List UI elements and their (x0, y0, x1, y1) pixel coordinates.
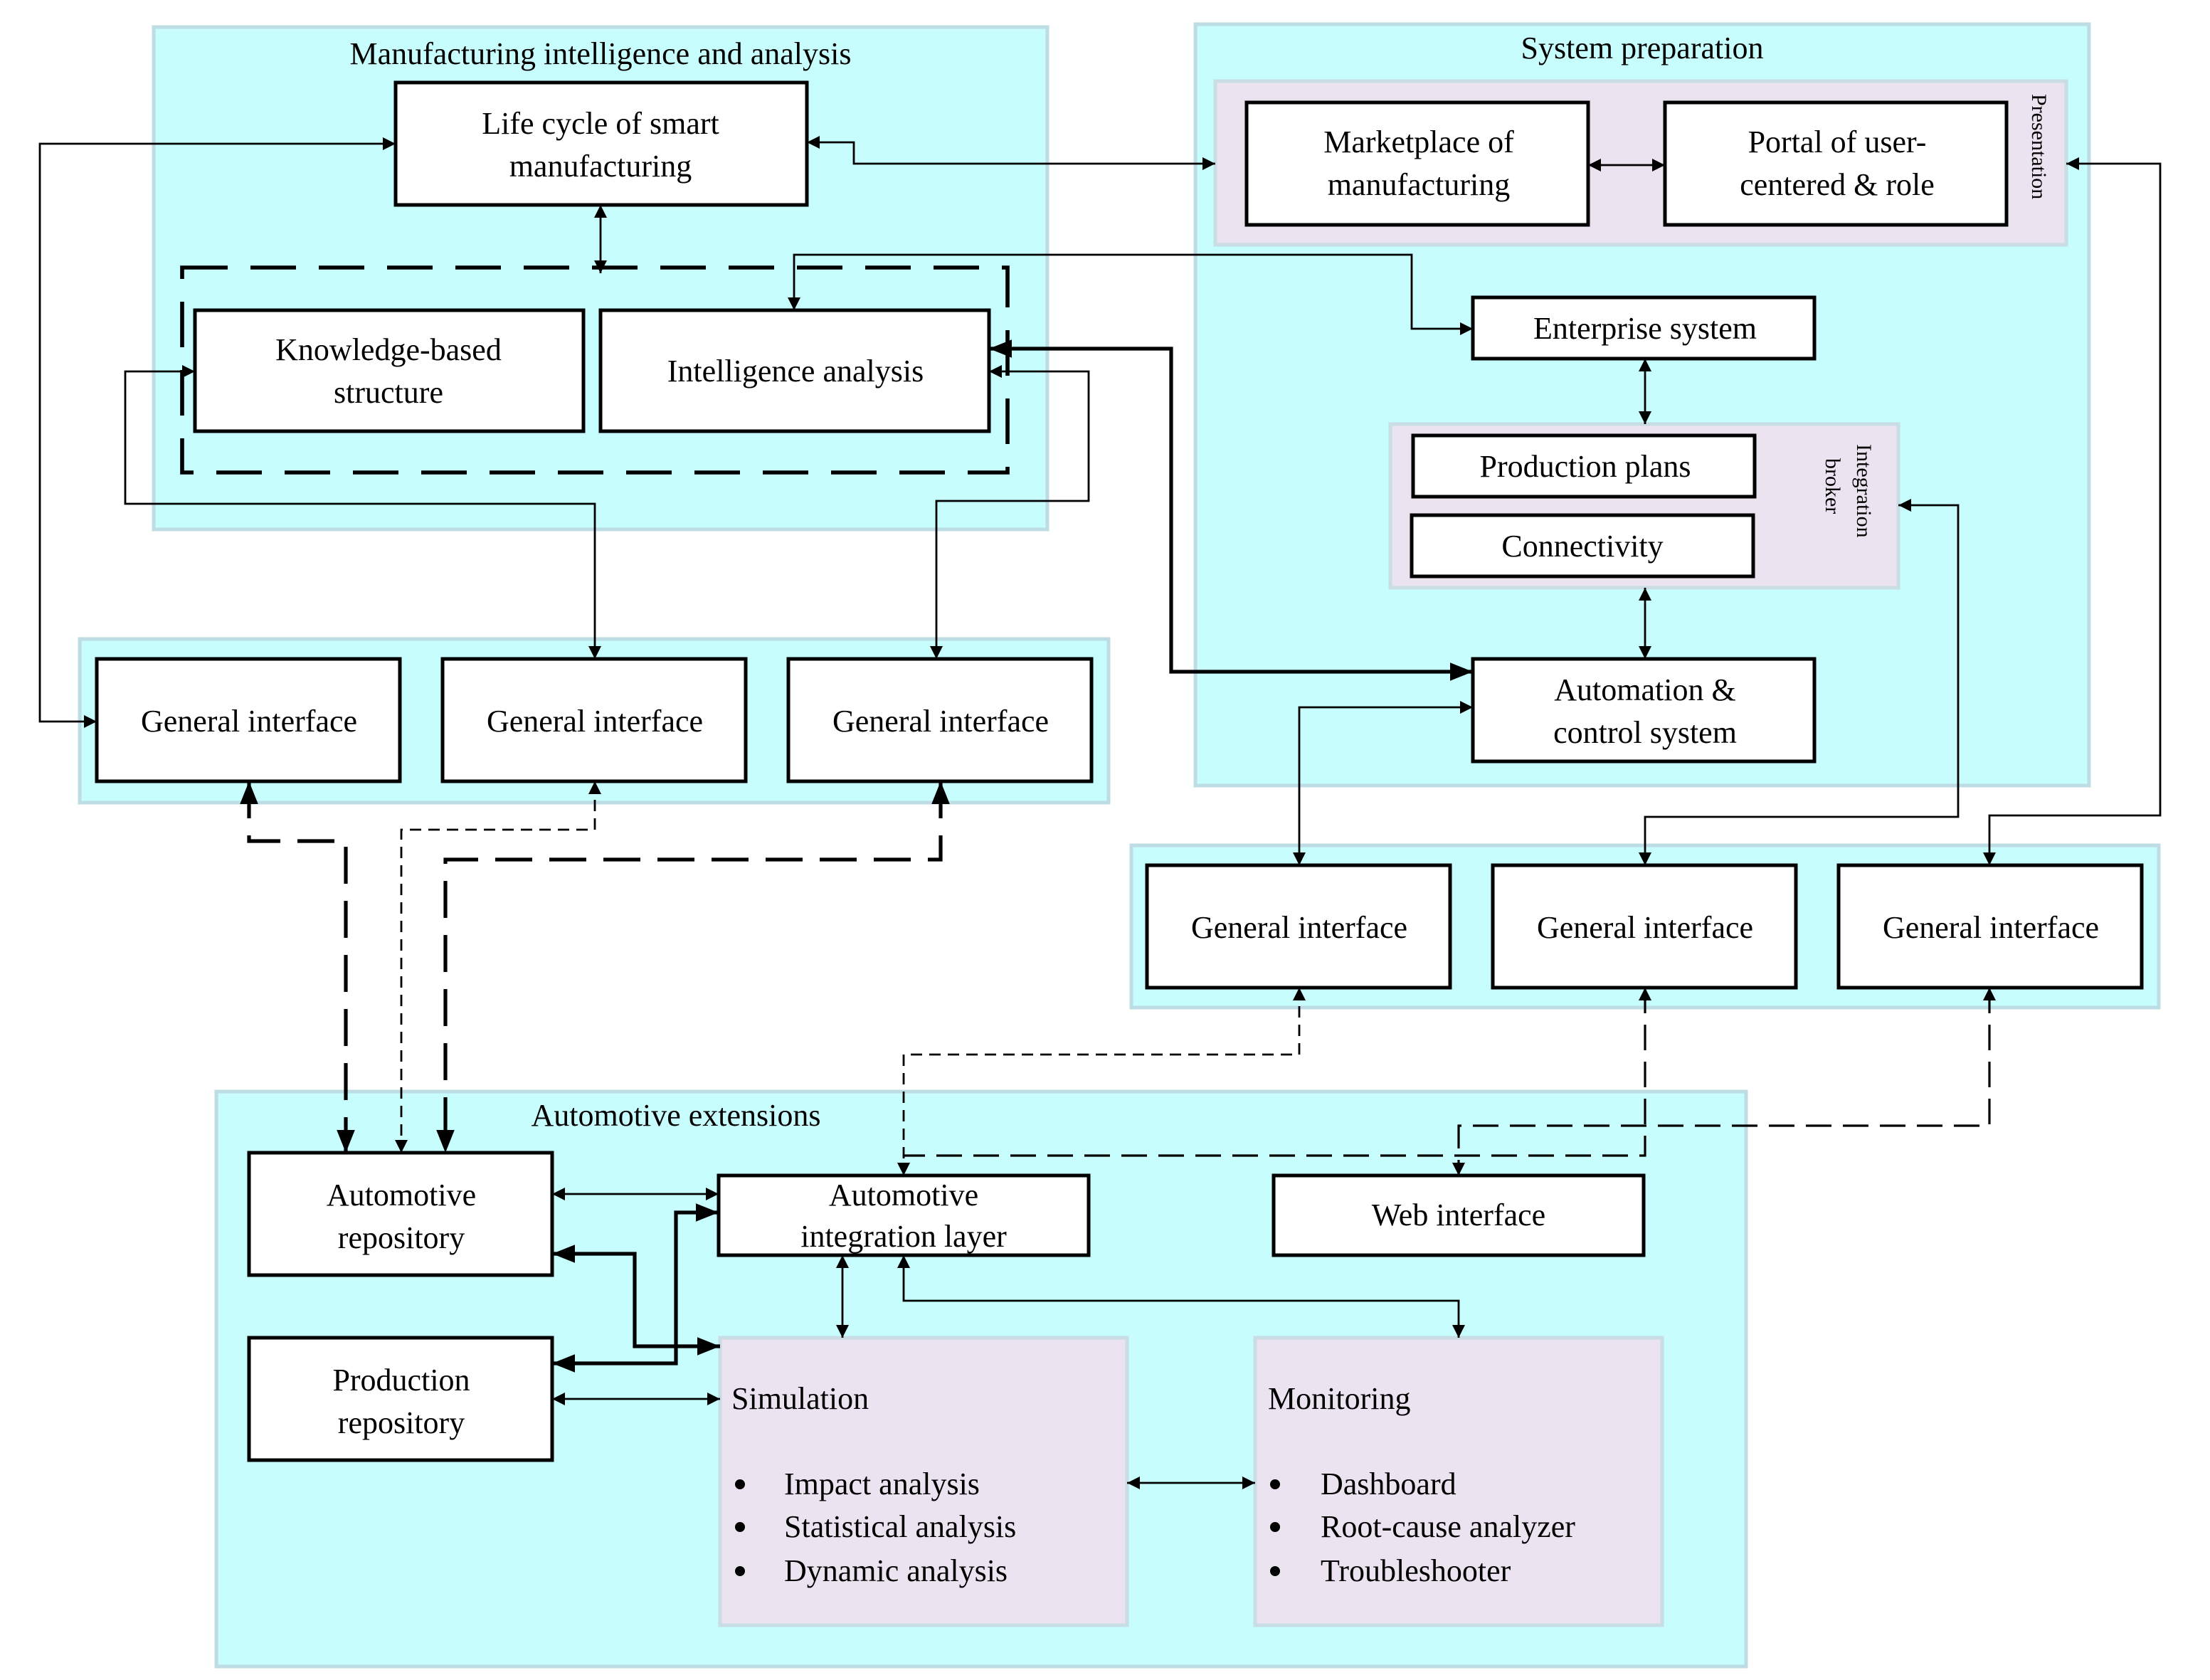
node-general-interface-left-3[interactable]: General interface (786, 657, 1094, 783)
bullet-icon (735, 1479, 745, 1489)
monitoring-item: Dashboard (1321, 1467, 1456, 1501)
node-label-line: Portal of user- (1748, 125, 1927, 159)
node-label-line: Automotive (829, 1178, 978, 1213)
node-label: General interface (487, 704, 703, 739)
bullet-icon (1270, 1522, 1280, 1532)
group-title-vertical-2: broker (1821, 458, 1844, 514)
node-label-line: integration layer (800, 1219, 1007, 1254)
bullet-icon (735, 1566, 745, 1576)
node-label: Web interface (1372, 1198, 1545, 1232)
node-label: Intelligence analysis (667, 354, 924, 389)
node-label-line: Life cycle of smart (482, 106, 719, 141)
node-label: General interface (1883, 910, 2099, 945)
node-label-line: Marketplace of (1323, 125, 1514, 159)
node-production-plans[interactable]: Production plans (1411, 433, 1757, 499)
node-label: Production plans (1480, 449, 1691, 484)
simulation-item: Statistical analysis (784, 1509, 1016, 1544)
bullet-icon (1270, 1566, 1280, 1576)
architecture-diagram: Manufacturing intelligence and analysis … (38, 22, 2162, 1669)
node-general-interface-right-2[interactable]: General interface (1491, 863, 1798, 990)
node-label: General interface (832, 704, 1049, 739)
node-label-line: repository (338, 1405, 465, 1440)
node-lifecycle[interactable]: Life cycle of smart manufacturing (393, 80, 809, 207)
node-connectivity[interactable]: Connectivity (1410, 513, 1755, 579)
node-web-interface[interactable]: Web interface (1271, 1173, 1646, 1257)
group-title: Manufacturing intelligence and analysis (350, 36, 852, 71)
simulation-item: Impact analysis (784, 1467, 980, 1501)
group-title: System preparation (1521, 31, 1764, 65)
node-label: General interface (1537, 910, 1753, 945)
node-label-line: manufacturing (1328, 167, 1511, 202)
simulation-item: Dynamic analysis (784, 1553, 1008, 1588)
node-automation-control[interactable]: Automation & control system (1471, 657, 1817, 764)
node-label-line: Automation & (1554, 672, 1735, 707)
node-label: Enterprise system (1533, 311, 1757, 346)
node-label-line: centered & role (1740, 167, 1935, 202)
node-general-interface-left-1[interactable]: General interface (95, 657, 402, 783)
node-monitoring[interactable]: Monitoring Dashboard Root-cause analyzer… (1253, 1336, 1664, 1627)
node-label-line: Knowledge-based (275, 332, 502, 367)
node-label-line: repository (338, 1220, 465, 1255)
node-label-line: Automotive (327, 1178, 476, 1213)
node-label-line: Production (332, 1363, 470, 1398)
node-intelligence-analysis[interactable]: Intelligence analysis (598, 308, 991, 433)
node-simulation[interactable]: Simulation Impact analysis Statistical a… (718, 1336, 1129, 1627)
node-automotive-integration-layer[interactable]: Automotive integration layer (717, 1173, 1091, 1257)
group-title-vertical-1: Integration (1852, 444, 1876, 538)
monitoring-item: Root-cause analyzer (1321, 1509, 1575, 1544)
bullet-icon (735, 1522, 745, 1532)
node-label-line: control system (1553, 715, 1737, 750)
node-marketplace[interactable]: Marketplace of manufacturing (1244, 100, 1590, 227)
monitoring-item: Troubleshooter (1321, 1553, 1511, 1588)
monitoring-title: Monitoring (1268, 1381, 1410, 1416)
group-title-vertical: Presentation (2027, 94, 2051, 199)
node-label: Connectivity (1501, 529, 1663, 564)
node-knowledge-based-structure[interactable]: Knowledge-based structure (193, 308, 586, 433)
node-label: General interface (1191, 910, 1407, 945)
node-automotive-repository[interactable]: Automotive repository (247, 1151, 554, 1277)
node-portal[interactable]: Portal of user- centered & role (1663, 100, 2009, 227)
node-production-repository[interactable]: Production repository (247, 1336, 554, 1462)
node-general-interface-right-1[interactable]: General interface (1145, 863, 1452, 990)
group-title: Automotive extensions (532, 1098, 821, 1133)
node-label-line: structure (334, 375, 443, 410)
node-label-line: manufacturing (509, 149, 692, 184)
node-general-interface-left-2[interactable]: General interface (440, 657, 748, 783)
simulation-title: Simulation (731, 1381, 869, 1416)
node-general-interface-right-3[interactable]: General interface (1836, 863, 2144, 990)
bullet-icon (1270, 1479, 1280, 1489)
node-enterprise-system[interactable]: Enterprise system (1471, 295, 1817, 361)
node-label: General interface (141, 704, 357, 739)
